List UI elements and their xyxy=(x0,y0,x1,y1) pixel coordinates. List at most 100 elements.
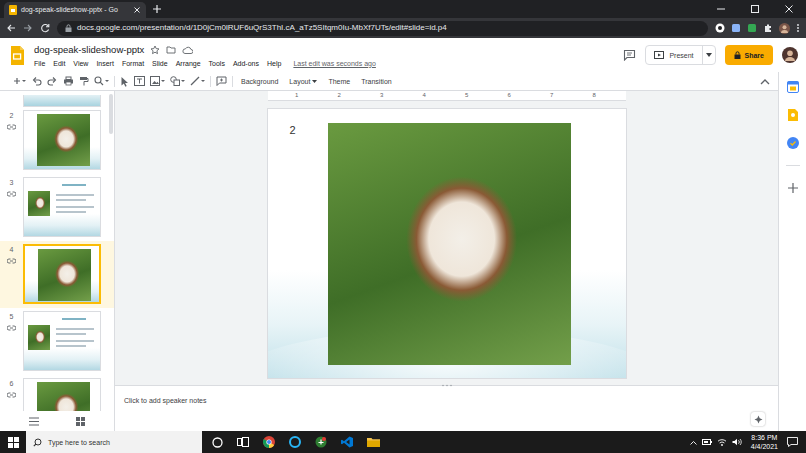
taskbar-app[interactable] xyxy=(360,431,386,453)
record-extension-icon[interactable] xyxy=(715,23,725,33)
select-cursor-icon[interactable] xyxy=(120,76,129,87)
comment-history-icon[interactable] xyxy=(623,49,636,61)
cloud-saved-icon[interactable] xyxy=(182,46,193,54)
paint-format-icon[interactable] xyxy=(79,76,89,86)
filmstrip-item[interactable]: 5 xyxy=(0,308,114,375)
menu-item[interactable]: Slide xyxy=(148,58,172,69)
notifications-icon[interactable] xyxy=(787,437,798,447)
linked-object-icon xyxy=(7,258,16,264)
move-folder-icon[interactable] xyxy=(166,45,176,54)
present-dropdown[interactable] xyxy=(703,53,715,57)
last-edit-link[interactable]: Last edit was seconds ago xyxy=(293,59,376,68)
volume-icon[interactable] xyxy=(732,438,742,446)
browser-tab[interactable]: dog-speak-slideshow-pptx - Go xyxy=(4,2,146,18)
taskbar-app[interactable] xyxy=(308,431,334,453)
line-icon[interactable] xyxy=(190,76,205,86)
taskbar-app[interactable] xyxy=(230,431,256,453)
speaker-notes[interactable]: Click to add speaker notes xyxy=(115,385,778,431)
calendar-icon[interactable] xyxy=(787,81,799,93)
slide-thumbnail[interactable] xyxy=(23,244,101,304)
puzzle-icon[interactable] xyxy=(763,23,773,33)
menu-item[interactable]: Format xyxy=(118,58,148,69)
close-window-icon[interactable] xyxy=(772,2,806,16)
slide-thumbnail[interactable] xyxy=(23,177,101,237)
slide-canvas[interactable]: 2 xyxy=(268,109,626,378)
toolbar-button[interactable]: Theme xyxy=(325,77,353,86)
menu-item[interactable]: Add-ons xyxy=(229,58,263,69)
present-button[interactable]: Present xyxy=(645,45,715,65)
keep-icon[interactable] xyxy=(788,109,798,121)
taskbar-app[interactable] xyxy=(282,431,308,453)
maximize-icon[interactable] xyxy=(738,2,772,16)
close-icon[interactable] xyxy=(133,6,141,14)
slide-thumbnail[interactable] xyxy=(23,311,101,371)
linked-object-icon xyxy=(7,191,16,197)
zoom-icon[interactable] xyxy=(94,76,109,86)
explore-button[interactable] xyxy=(751,412,765,426)
dog-photo[interactable] xyxy=(328,123,571,365)
main-area: 23456123456782Click to add speaker notes xyxy=(0,91,778,431)
url-field[interactable]: docs.google.com/presentation/d/1D0jCm0lR… xyxy=(57,21,708,36)
taskbar-app[interactable] xyxy=(334,431,360,453)
taskbar-app[interactable] xyxy=(204,431,230,453)
menu-item[interactable]: Insert xyxy=(92,58,118,69)
reload-icon[interactable] xyxy=(40,23,50,33)
show-hidden-icon[interactable] xyxy=(690,440,697,445)
forward-arrow-icon[interactable] xyxy=(23,23,33,33)
filmstrip-item[interactable]: 3 xyxy=(0,174,114,241)
profile-avatar-icon[interactable] xyxy=(779,23,790,34)
menu-item[interactable]: View xyxy=(69,58,92,69)
thumbnail-text-line xyxy=(56,345,86,347)
clock[interactable]: 8:36 PM4/4/2021 xyxy=(747,433,782,451)
start-button[interactable] xyxy=(0,437,26,448)
share-button[interactable]: Share xyxy=(725,45,773,65)
shape-icon[interactable] xyxy=(170,76,185,86)
add-comment-icon[interactable] xyxy=(216,76,227,86)
present-main[interactable]: Present xyxy=(646,46,702,64)
network-icon[interactable] xyxy=(717,438,727,446)
speaker-notes-placeholder[interactable]: Click to add speaker notes xyxy=(124,396,765,405)
menu-item[interactable]: Arrange xyxy=(172,58,205,69)
collapse-chevron-icon[interactable] xyxy=(760,78,770,85)
account-avatar-icon[interactable] xyxy=(782,47,798,63)
toolbar-button[interactable]: Transition xyxy=(358,77,394,86)
ruler-tick: 5 xyxy=(446,91,489,100)
filmstrip-item[interactable]: 6 xyxy=(0,375,114,411)
toolbar-button[interactable]: Background xyxy=(238,77,281,86)
slide-thumbnail[interactable] xyxy=(23,110,101,170)
slide-number-text[interactable]: 2 xyxy=(290,124,296,137)
grid-view-icon[interactable] xyxy=(76,417,85,426)
menu-item[interactable]: Edit xyxy=(49,58,69,69)
extension-icon[interactable] xyxy=(731,23,741,33)
list-view-icon[interactable] xyxy=(29,417,39,426)
filmstrip-item[interactable]: 2 xyxy=(0,107,114,174)
toolbar-button[interactable]: Layout xyxy=(286,77,320,86)
new-slide-icon[interactable] xyxy=(12,76,26,86)
taskbar-search[interactable]: Type here to search xyxy=(26,431,202,453)
slides-logo-icon[interactable] xyxy=(10,46,25,65)
menu-item[interactable]: Tools xyxy=(205,58,229,69)
print-icon[interactable] xyxy=(63,76,74,86)
taskbar-app[interactable] xyxy=(256,431,282,453)
star-icon[interactable] xyxy=(150,45,160,55)
menu-item[interactable]: File xyxy=(30,58,49,69)
menu-dots-icon[interactable] xyxy=(796,23,800,33)
tasks-icon[interactable] xyxy=(787,137,799,149)
redo-icon[interactable] xyxy=(47,76,58,86)
filmstrip-item[interactable]: 4 xyxy=(0,241,114,308)
add-addon-icon[interactable] xyxy=(787,182,799,194)
menu-item[interactable]: Help xyxy=(263,58,285,69)
extension-green-icon[interactable] xyxy=(747,23,757,33)
insert-image-icon[interactable] xyxy=(150,76,165,86)
scrollbar-thumb[interactable] xyxy=(109,94,113,134)
text-box-icon[interactable] xyxy=(134,76,145,86)
slide-thumbnail[interactable] xyxy=(23,378,101,411)
battery-icon[interactable] xyxy=(702,439,712,445)
document-title[interactable]: dog-speak-slideshow-pptx xyxy=(34,44,144,56)
new-tab-icon[interactable] xyxy=(150,2,164,16)
back-arrow-icon[interactable] xyxy=(6,23,16,33)
undo-icon[interactable] xyxy=(31,76,42,86)
minimize-icon[interactable] xyxy=(704,2,738,16)
thumbnail-photo xyxy=(38,249,91,301)
resize-handle-icon[interactable] xyxy=(440,383,454,388)
